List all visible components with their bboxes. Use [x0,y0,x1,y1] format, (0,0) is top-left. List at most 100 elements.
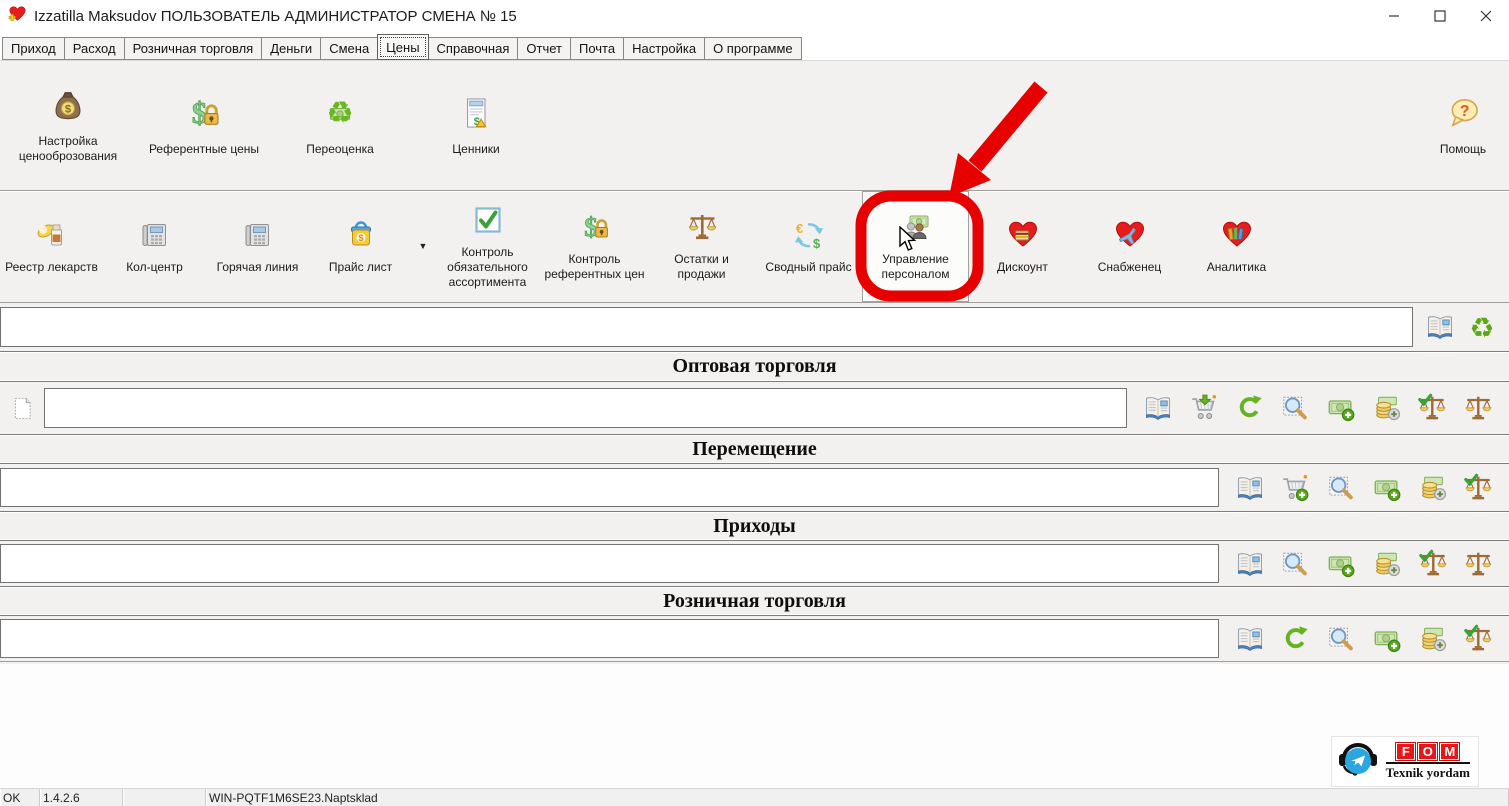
arrivals-coins-plus-button[interactable] [1372,549,1402,579]
book-icon [1143,393,1173,423]
retail-search-button[interactable] [1326,624,1356,654]
wholesale-book-button[interactable] [1143,393,1173,423]
staff-money-icon [900,211,932,243]
statusbar-cell-1: 1.4.2.6 [40,789,123,806]
quick-search-recycle-button[interactable]: ♻ [1467,312,1497,342]
minimize-button[interactable] [1371,0,1417,32]
arrivals-search-button[interactable] [1280,549,1310,579]
wholesale-coins-plus-button[interactable] [1372,393,1402,423]
book-icon [1235,473,1265,503]
transfer-search-button[interactable] [1326,473,1356,503]
tab-o-programme[interactable]: О программе [704,37,802,60]
fom-letter-f: F [1396,743,1415,760]
close-button[interactable] [1463,0,1509,32]
scales-icon [686,211,718,243]
quick-search-book-button[interactable] [1425,312,1455,342]
tab-prihod[interactable]: Приход [2,37,65,60]
wholesale-row [0,382,1509,434]
statusbar-cell-2 [123,789,206,806]
telegram-headset-icon [1335,739,1381,779]
phone-icon [139,219,171,251]
tab-roznichnaya-torgovlya[interactable]: Розничная торговля [124,37,263,60]
fom-brand: FOM Texnik yordam [1386,743,1470,781]
toolbar-dropdown-button[interactable]: ▼ [412,191,434,302]
toolbar-services: Реестр лекарствКол-центрГорячая линия$Пр… [0,191,1509,303]
transfer-book-button[interactable] [1235,473,1265,503]
transfer-input[interactable] [0,468,1219,507]
wholesale-cart-down-button[interactable] [1189,393,1219,423]
recycle-icon: ♻ [1467,312,1497,342]
upravlenie-personalom-button[interactable]: Управление персоналом [862,191,969,302]
nastroyka-tsenoobrazovaniya-button[interactable]: $Настройка ценооброзования [0,61,136,190]
svg-text:$: $ [813,236,821,251]
tab-rashod[interactable]: Расход [64,37,125,60]
transfer-money-plus-button[interactable] [1372,473,1402,503]
svg-text:$: $ [65,104,72,116]
tab-pochta[interactable]: Почта [570,37,624,60]
help-label: Помощь [1440,142,1486,157]
price-bag-icon: $ [345,219,377,251]
diskount-button[interactable]: Дискоунт [969,191,1076,302]
kontrol-obyazatelnogo-assortimenta-button[interactable]: Контроль обязательного ассортимента [434,191,541,302]
retail-scales-check-button[interactable] [1463,624,1493,654]
help-button[interactable]: ? Помощь [1417,61,1509,190]
transfer-cart-plus-button[interactable] [1280,473,1310,503]
tab-nastroyka[interactable]: Настройка [623,37,705,60]
transfer-coins-plus-button[interactable] [1418,473,1448,503]
wholesale-actions [1127,382,1509,434]
maximize-button[interactable] [1417,0,1463,32]
refresh-icon [1280,624,1310,654]
money-plus-icon [1372,624,1402,654]
arrivals-input[interactable] [0,544,1219,583]
chevron-down-icon: ▼ [419,241,428,252]
retail-book-button[interactable] [1235,624,1265,654]
retail-money-plus-button[interactable] [1372,624,1402,654]
arrivals-book-button[interactable] [1235,549,1265,579]
wholesale-money-plus-button[interactable] [1326,393,1356,423]
referentnye-tseny-button[interactable]: $Референтные цены [136,61,272,190]
snabzhenets-button[interactable]: Снабженец [1076,191,1183,302]
support-logo[interactable]: FOM Texnik yordam [1331,736,1479,787]
snabzhenets-label: Снабженец [1098,260,1162,275]
toolbar-prices: $Настройка ценооброзования$Референтные ц… [0,60,1509,191]
retail-actions [1219,616,1509,661]
svodnyy-prays-button[interactable]: €$Сводный прайс [755,191,862,302]
ostatki-i-prodazhi-button[interactable]: Остатки и продажи [648,191,755,302]
currency-exchange-icon: €$ [793,219,825,251]
arrivals-money-plus-button[interactable] [1326,549,1356,579]
wholesale-header: Оптовая торговля [0,351,1509,382]
analitika-button[interactable]: Аналитика [1183,191,1290,302]
reestr-lekarstv-button[interactable]: Реестр лекарств [0,191,103,302]
prays-list-button[interactable]: $Прайс лист [309,191,412,302]
scales-check-icon [1463,473,1493,503]
arrivals-scales-button[interactable] [1463,549,1493,579]
tab-tseny[interactable]: Цены [377,34,428,60]
transfer-scales-check-button[interactable] [1463,473,1493,503]
wholesale-scales-check-button[interactable] [1417,393,1447,423]
retail-input[interactable] [0,619,1219,658]
retail-header: Розничная торговля [0,586,1509,616]
tab-dengi[interactable]: Деньги [261,37,321,60]
kol-tsentr-button[interactable]: Кол-центр [103,191,206,302]
wholesale-input[interactable] [44,388,1127,428]
wholesale-search-button[interactable] [1280,393,1310,423]
tab-otchet[interactable]: Отчет [517,37,571,60]
wholesale-refresh-button[interactable] [1234,393,1264,423]
document-sections: ♻Оптовая торговляПеремещениеПриходыРозни… [0,303,1509,661]
arrivals-scales-check-button[interactable] [1418,549,1448,579]
wholesale-scales-button[interactable] [1463,393,1493,423]
search-icon [1280,393,1310,423]
kontrol-referentnyh-tsen-button[interactable]: $Контроль референтных цен [541,191,648,302]
svg-text:€: € [796,221,803,236]
tsenniki-button[interactable]: $Ценники [408,61,544,190]
wholesale-new-document-button[interactable] [0,382,44,434]
transfer-actions [1219,464,1509,511]
pereotsenka-button[interactable]: ♻Переоценка [272,61,408,190]
workspace-empty-area: FOM Texnik yordam [0,664,1509,788]
goryachaya-liniya-button[interactable]: Горячая линия [206,191,309,302]
tab-spravochnaya[interactable]: Справочная [428,37,519,60]
quick-search-input[interactable] [0,307,1413,347]
retail-refresh-button[interactable] [1280,624,1310,654]
tab-smena[interactable]: Смена [320,37,378,60]
retail-coins-plus-button[interactable] [1418,624,1448,654]
